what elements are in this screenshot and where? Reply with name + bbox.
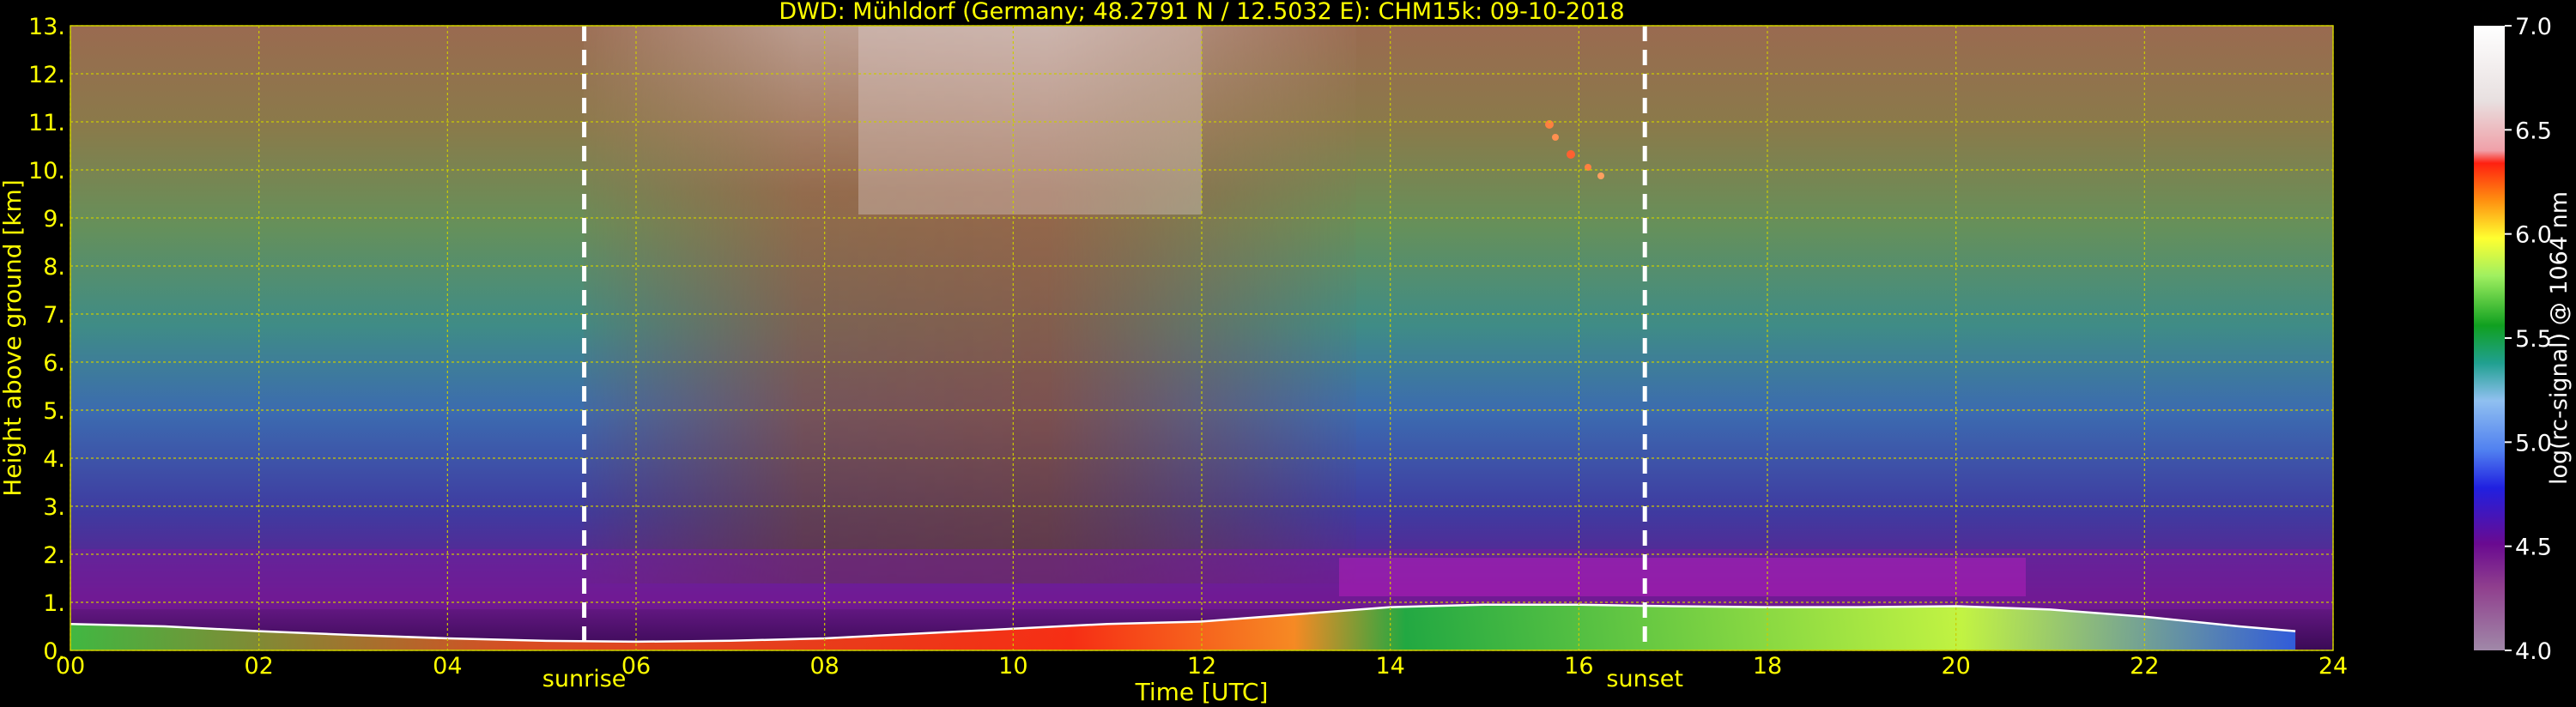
colorbar-tick-label: 6.5 [2515, 118, 2552, 144]
y-tick-label: 11. [28, 110, 65, 136]
x-axis-label: Time [UTC] [1135, 678, 1269, 706]
daytime-high-noise [858, 26, 1202, 215]
y-tick-label: 3. [43, 494, 65, 521]
colorbar-label: log(rc-signal) @ 1064 nm [2546, 191, 2573, 485]
y-tick-label: 6. [43, 350, 65, 377]
colorbar-tick-label: 7.0 [2515, 14, 2552, 40]
afternoon-purple-layer [1339, 558, 2026, 596]
y-tick-label: 12. [28, 62, 65, 88]
colorbar-tick-label: 4.5 [2515, 535, 2552, 561]
colorbar-ticks: 4.04.55.05.56.06.57.0 [2505, 14, 2552, 665]
y-tick-label: 5. [43, 398, 65, 425]
x-tick-label: 08 [809, 653, 839, 680]
ceilometer-figure: DWD: Mühldorf (Germany; 48.2791 N / 12.5… [0, 0, 2573, 706]
x-tick-labels: 00 02 04 06 08 10 12 14 16 18 20 22 24 [56, 653, 2348, 680]
x-tick-label: 18 [1753, 653, 1782, 680]
x-tick-label: 04 [433, 653, 462, 680]
colorbar-gradient [2474, 26, 2505, 650]
y-tick-label: 4. [43, 446, 65, 473]
sunset-label: sunset [1606, 666, 1683, 692]
x-tick-label: 24 [2318, 653, 2348, 680]
y-tick-labels: 0. 1. 2. 3. 4. 5. 6. 7. 8. 9. 10. 11. 12. 13. [28, 14, 65, 665]
chart-title: DWD: Mühldorf (Germany; 48.2791 N / 12.5… [779, 0, 1624, 25]
annotation-labels: sunrise sunset [542, 666, 1683, 692]
colorbar-tick-label: 4.0 [2515, 638, 2552, 665]
y-tick-label: 0. [43, 638, 65, 665]
plot-area [70, 25, 2334, 651]
y-tick-label: 13. [28, 14, 65, 40]
x-tick-label: 22 [2130, 653, 2159, 680]
sunrise-label: sunrise [542, 666, 627, 692]
x-tick-label: 12 [1187, 653, 1216, 680]
x-tick-label: 16 [1564, 653, 1593, 680]
x-tick-label: 02 [244, 653, 273, 680]
x-tick-label: 10 [998, 653, 1027, 680]
y-tick-label: 2. [43, 542, 65, 569]
y-tick-label: 8. [43, 254, 65, 281]
y-tick-label: 7. [43, 302, 65, 329]
x-tick-label: 20 [1941, 653, 1970, 680]
y-tick-label: 10. [28, 158, 65, 184]
y-tick-label: 1. [43, 590, 65, 617]
colorbar: 4.04.55.05.56.06.57.0 log(rc-signal) @ 1… [2474, 14, 2573, 665]
x-tick-label: 14 [1375, 653, 1404, 680]
y-tick-label: 9. [43, 206, 65, 233]
y-axis-label: Height above ground [km] [0, 179, 27, 497]
